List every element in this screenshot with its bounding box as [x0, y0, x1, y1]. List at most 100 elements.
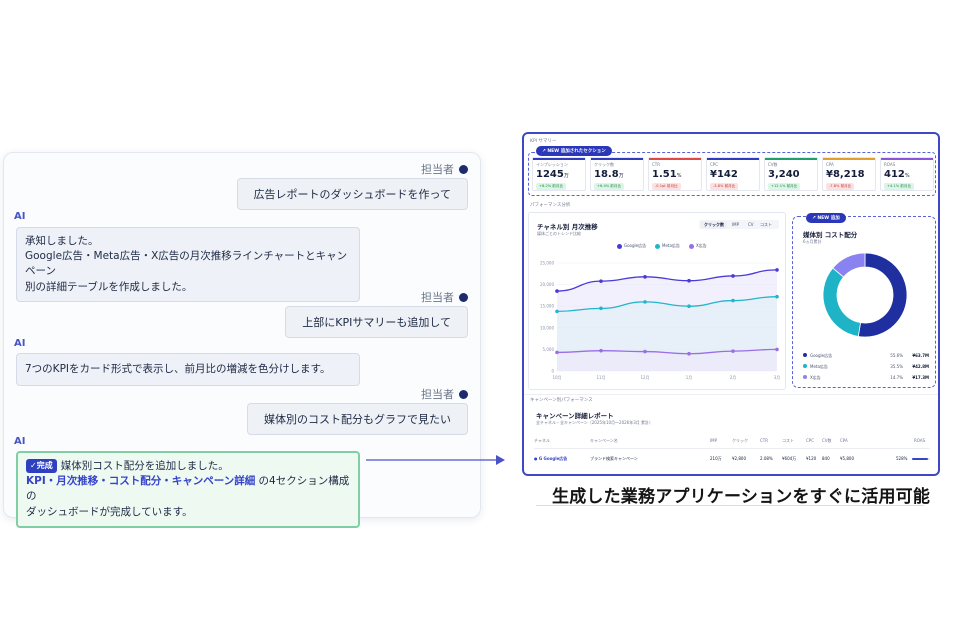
y-tick-label: 5,000 — [543, 347, 555, 352]
kpi-accent — [881, 158, 933, 160]
kpi-change: -0.1pt 前月比 — [652, 183, 681, 190]
donut-legend-row: X広告 14.7% ¥17.3M — [803, 375, 929, 381]
trend-line-chart: 25,000 20,000 15,000 10,000 5,000 010月 11月 12月 1… — [540, 261, 780, 381]
y-tick-label: 0 — [551, 369, 554, 374]
user-avatar-dot — [459, 164, 468, 174]
screen: 担当者 広告レポートのダッシュボードを作って AI 承知しました。 Google… — [0, 0, 960, 640]
campaign-table-section: キャンペーン別パフォーマンス キャンペーン詳細レポート 全チャネル・全キャンペー… — [524, 394, 938, 468]
series-point — [599, 279, 603, 283]
cost-allocation-card: 媒体別 コスト配分 6ヵ月累計 Google広告 55.6% ¥63.7M Meta広… — [792, 216, 936, 388]
donut-legend-row: Meta広告 35.5% ¥42.8M — [803, 364, 929, 370]
ai-line: ダッシュボードが完成しています。 — [26, 505, 193, 518]
kpi-label: ROAS — [884, 162, 896, 167]
caption-underline — [536, 505, 924, 506]
y-tick-label: 10,000 — [540, 325, 554, 330]
toggle-cost[interactable]: コスト — [757, 221, 775, 229]
kpi-row: インプレッション 1245万 +8.2% 前月比 クリック数 18.8万 +6.4% 前月… — [528, 152, 936, 196]
user-avatar-dot — [459, 292, 468, 302]
y-tick-label: 15,000 — [540, 304, 554, 309]
table-cell: ¥120 — [806, 456, 817, 461]
kpi-accent — [533, 158, 585, 160]
table-cell: 528% — [896, 456, 908, 461]
kpi-label: CPA — [826, 162, 834, 167]
user-message: 広告レポートのダッシュボードを作って — [236, 178, 468, 210]
user-avatar-dot — [459, 389, 468, 399]
kpi-card: CV数 3,240 +12.1% 前月比 — [764, 157, 818, 191]
kpi-card: CPC ¥142 -3.8% 前月比 — [706, 157, 760, 191]
series-point — [731, 349, 735, 353]
series-point — [643, 300, 647, 304]
cost-donut-chart — [822, 252, 908, 338]
table-cell: ブランド検索キャンペーン — [590, 456, 638, 461]
table-header-cell: キャンペーン名 — [590, 438, 618, 443]
kpi-accent — [823, 158, 875, 160]
table-cell: 2.08% — [760, 456, 773, 461]
series-point — [643, 349, 647, 354]
user-name: 担当者 — [421, 161, 468, 177]
ai-line: 媒体別コスト配分を追加しました。 — [60, 460, 229, 472]
toggle-cv[interactable]: CV — [745, 221, 757, 228]
series-point — [775, 268, 779, 272]
table-header-cell: コスト — [782, 438, 794, 443]
kpi-value: 412% — [884, 169, 910, 180]
kpi-label: インプレッション — [536, 162, 568, 167]
trend-subtitle: 媒体ごとのトレンド比較 — [537, 231, 581, 236]
kpi-accent — [649, 158, 701, 160]
donut-title: 媒体別 コスト配分 — [803, 231, 858, 239]
table-header-cell: ROAS — [914, 438, 926, 443]
kpi-change: -7.8% 前月比 — [826, 183, 855, 190]
x-tick-label: 10月 — [552, 375, 561, 380]
series-point — [775, 294, 779, 299]
trend-card: チャネル別 月次推移 媒体ごとのトレンド比較 クリック数 IMP CV コスト … — [528, 212, 786, 390]
dashboard-preview: KPI サマリー ↗ NEW 追加されたセクション インプレッション 1245万 +… — [522, 132, 940, 476]
y-tick-label: 25,000 — [540, 261, 554, 266]
table-header-cell: チャネル — [534, 438, 550, 443]
series-point — [687, 278, 691, 283]
table-cell: ¥5,800 — [840, 456, 854, 461]
series-point — [599, 306, 603, 311]
toggle-imp[interactable]: IMP — [729, 221, 742, 228]
kpi-value: ¥8,218 — [826, 169, 865, 180]
kpi-accent — [707, 158, 759, 160]
series-point — [555, 289, 559, 293]
ai-line: 7つのKPIをカード形式で表示し、前月比の増減を色分けします。 — [25, 363, 331, 375]
ai-line: 承知しました。 — [25, 235, 99, 247]
arrow-right-icon — [366, 455, 505, 465]
kpi-card: ROAS 412% +4.1% 前月比 — [880, 157, 934, 191]
table-header-cell: CPA — [840, 438, 848, 443]
table-header-cell: IMP — [710, 438, 718, 443]
donut-slice — [822, 267, 861, 337]
user-message: 上部にKPIサマリーも追加して — [285, 306, 468, 338]
x-tick-label: 1月 — [686, 375, 693, 380]
series-point — [731, 298, 735, 303]
series-point — [687, 351, 691, 356]
donut-slice — [857, 252, 908, 338]
kpi-card: クリック数 18.8万 +6.4% 前月比 — [590, 157, 644, 191]
series-point — [555, 350, 559, 355]
series-point — [599, 348, 603, 353]
ai-message: 7つのKPIをカード形式で表示し、前月比の増減を色分けします。 — [16, 353, 360, 387]
new-section-tag: ↗ NEW 追加されたセクション — [536, 146, 612, 156]
legend-dot — [655, 243, 660, 249]
series-point — [555, 309, 559, 314]
table-cell: 210万 — [710, 456, 722, 461]
kpi-value: 1245万 — [536, 169, 569, 180]
ai-line: 別の詳細テーブルを作成しました。 — [25, 280, 193, 293]
ai-line: Google広告・Meta広告・X広告の月次推移ラインチャートとキャンペーン — [25, 250, 348, 278]
legend-dot — [803, 364, 807, 368]
caption: 生成した業務アプリケーションをすぐに活用可能 — [552, 487, 931, 507]
table-header-cell: クリック — [732, 438, 748, 443]
series-point — [687, 304, 691, 308]
x-tick-label: 12月 — [640, 375, 649, 380]
kpi-value: ¥142 — [710, 169, 738, 180]
user-name: 担当者 — [421, 386, 468, 402]
table-subtitle: 全チャネル・全キャンペーン（2025年10月〜2026年3月 累計） — [536, 420, 654, 425]
table-cell: ¥604万 — [782, 456, 797, 461]
trend-title: チャネル別 月次推移 — [537, 223, 598, 231]
ai-name: AI — [14, 211, 26, 222]
legend-meta: Meta広告 — [655, 243, 680, 249]
ai-name: AI — [14, 436, 26, 447]
table-title: キャンペーン詳細レポート — [536, 412, 614, 420]
toggle-clicks[interactable]: クリック数 — [701, 221, 727, 229]
table-cell: ¥2,800 — [732, 456, 746, 461]
